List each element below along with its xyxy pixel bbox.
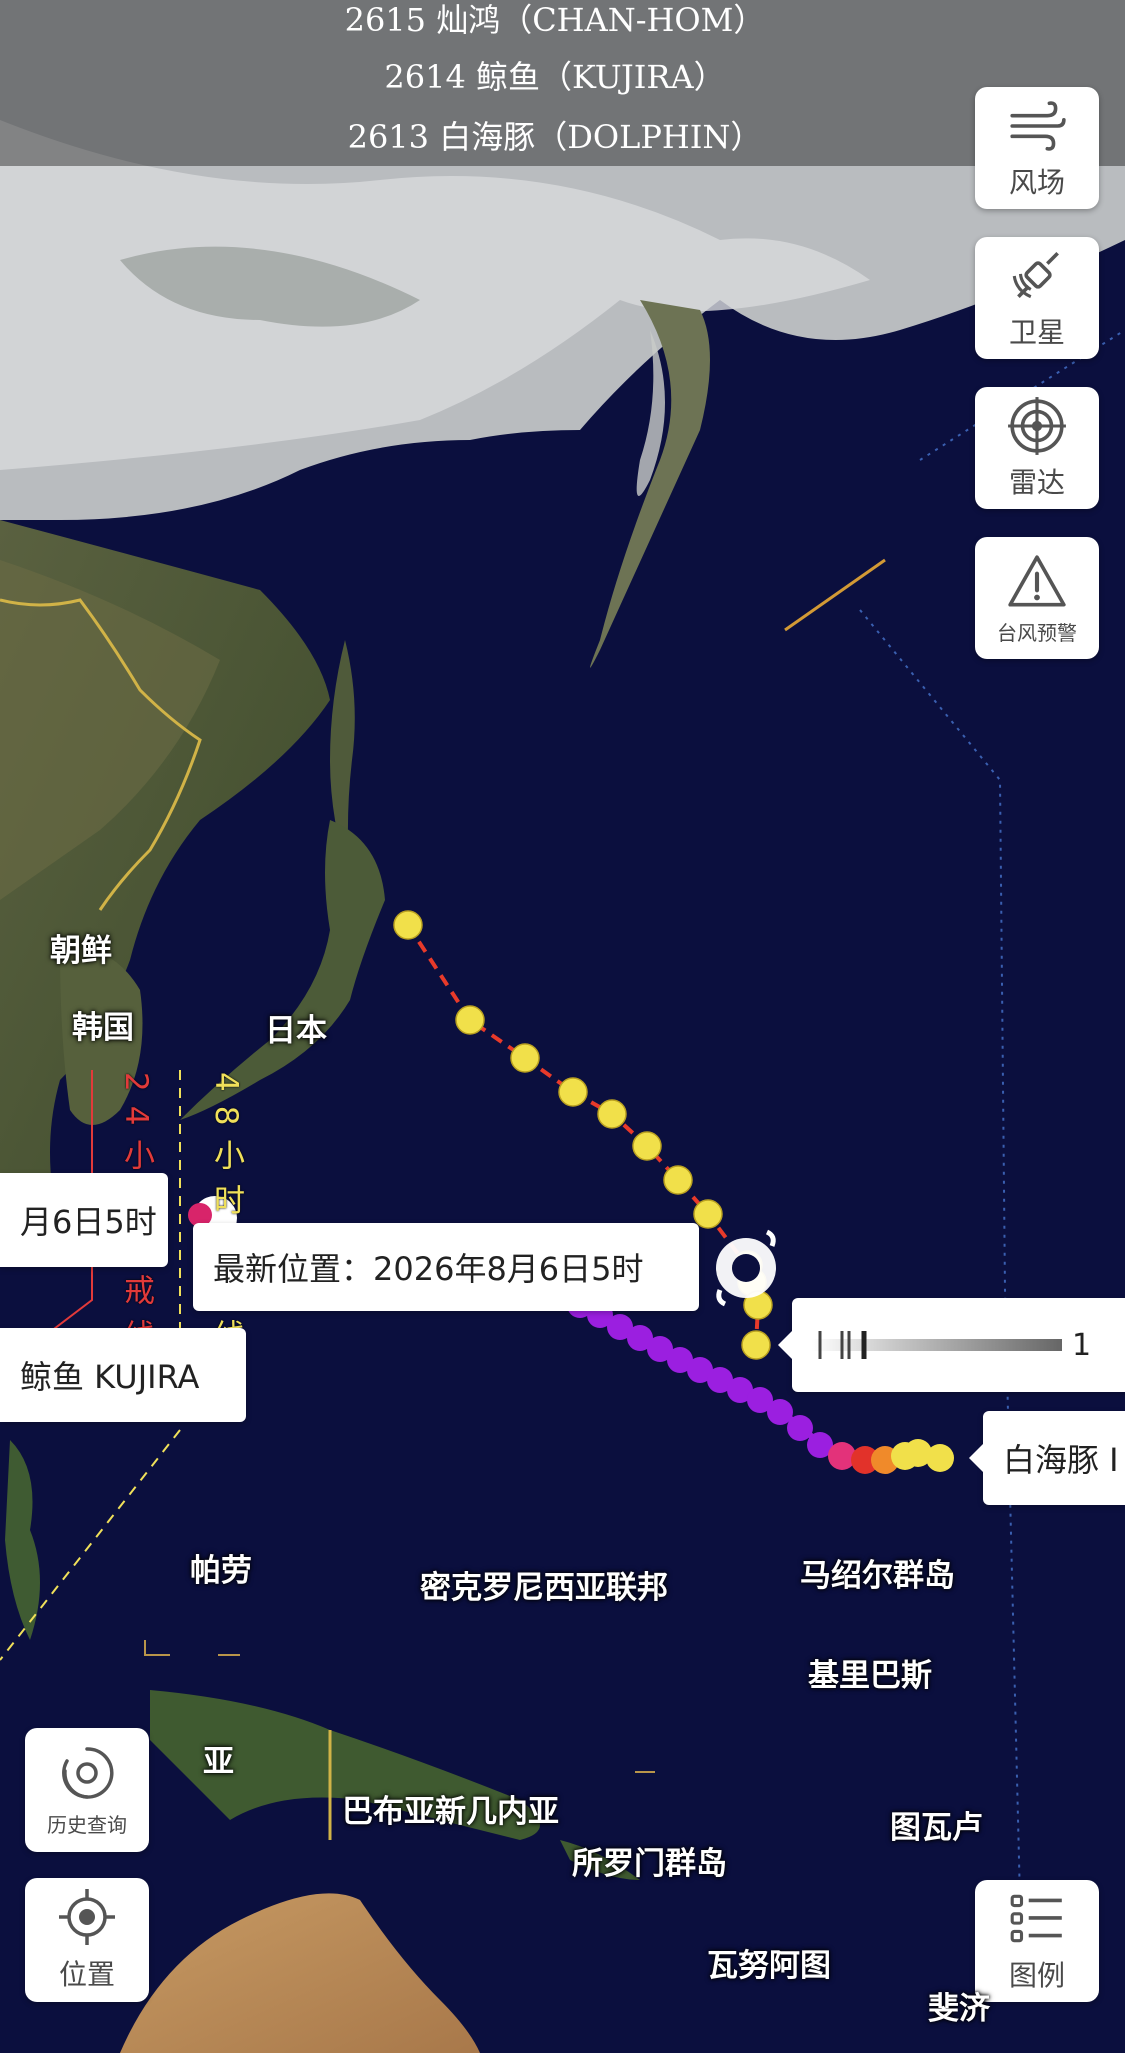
storm-scale-label[interactable]: 1 [778, 1298, 1125, 1392]
satellite-label: 卫星 [1008, 316, 1065, 349]
place-vanuatu: 瓦努阿图 [707, 1948, 831, 1984]
place-palau: 帕劳 [190, 1553, 252, 1589]
legend-button[interactable]: 图例 [975, 1880, 1099, 2002]
storm-item-chan-hom[interactable]: 2615 灿鸿（CHAN-HOM） [0, 0, 1110, 40]
wind-field-label: 风场 [1008, 166, 1065, 199]
place-north-korea: 朝鲜 [50, 933, 112, 969]
scale-value: 1 [1072, 1327, 1092, 1363]
radar-icon [1008, 397, 1066, 455]
typhoon-warning-button[interactable]: 台风预警 [975, 537, 1099, 659]
storm-item-kujira[interactable]: 2614 鲸鱼（KUJIRA） [0, 57, 1110, 97]
satellite-button[interactable]: 卫星 [975, 237, 1099, 359]
locate-icon [59, 1889, 115, 1945]
location-label: 位置 [58, 1958, 115, 1991]
history-icon [62, 1746, 114, 1799]
place-micronesia: 密克罗尼西亚联邦 [420, 1570, 668, 1606]
wind-icon [1010, 101, 1066, 151]
history-query-button[interactable]: 历史查询 [25, 1728, 149, 1852]
list-icon [1010, 1894, 1062, 1943]
history-query-label: 历史查询 [47, 1812, 127, 1837]
radar-button[interactable]: 雷达 [975, 387, 1099, 509]
storm-list-bar: 2615 灿鸿（CHAN-HOM） 2614 鲸鱼（KUJIRA） 2613 白… [0, 0, 1125, 166]
satellite-map[interactable] [0, 0, 1125, 2053]
place-kiribati: 基里巴斯 [808, 1658, 932, 1694]
wind-field-button[interactable]: 风场 [975, 87, 1099, 209]
latest-position-label[interactable]: 最新位置：2026年8月6日5时 [193, 1223, 699, 1311]
place-japan: 日本 [265, 1013, 327, 1049]
legend-label: 图例 [1008, 1959, 1065, 1992]
place-papua-new-guinea: 巴布亚新几内亚 [342, 1794, 559, 1830]
dolphin-label[interactable]: 白海豚 I [969, 1411, 1125, 1505]
warning-line-48h-label: 48小时警戒线 [208, 1072, 244, 1365]
place-marshall-islands: 马绍尔群岛 [800, 1558, 955, 1594]
satellite-icon [1012, 251, 1059, 299]
place-tuvalu: 图瓦卢 [890, 1810, 983, 1846]
radar-label: 雷达 [1008, 466, 1065, 499]
location-button[interactable]: 位置 [25, 1878, 149, 2002]
storm-item-dolphin[interactable]: 2613 白海豚（DOLPHIN） [0, 117, 1110, 157]
scale-bar-icon [812, 1331, 1062, 1359]
place-fiji: 斐济 [928, 1991, 990, 2027]
kujira-label[interactable]: 鲸鱼 KUJIRA [0, 1328, 246, 1422]
typhoon-warning-label: 台风预警 [997, 620, 1077, 645]
place-south-korea: 韩国 [72, 1010, 134, 1046]
place-solomon-islands: 所罗门群岛 [572, 1846, 727, 1882]
place-png-partial: 亚 [203, 1744, 234, 1780]
warning-icon [1008, 554, 1066, 607]
time-label-partial[interactable]: 月6日5时 [0, 1173, 168, 1267]
